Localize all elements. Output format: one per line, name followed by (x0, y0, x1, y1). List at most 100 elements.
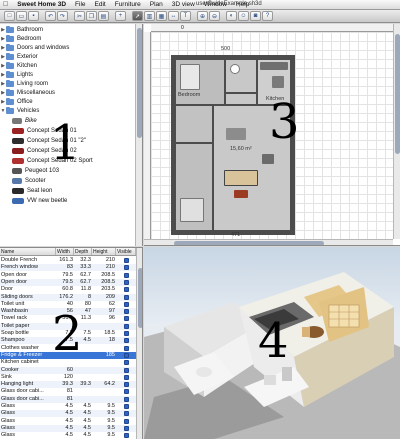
bed-piece-2[interactable] (180, 198, 204, 222)
visible-checkbox[interactable] (124, 287, 129, 293)
washbasin-piece[interactable] (230, 64, 240, 74)
visible-checkbox[interactable] (124, 404, 129, 409)
virtual-visit-button[interactable]: ☺ (238, 11, 249, 21)
table-piece[interactable] (226, 128, 246, 140)
table-row[interactable]: Glass 4.5 4.5 9.5 (0, 418, 136, 425)
column-header-visible[interactable]: Visible (116, 248, 136, 255)
visible-checkbox[interactable] (124, 367, 129, 373)
save-button[interactable]: ▪ (28, 11, 39, 21)
table-row[interactable]: Cooker 60 (0, 366, 136, 374)
visible-checkbox[interactable] (124, 418, 129, 424)
column-header-name[interactable]: Name (0, 248, 56, 255)
catalog-category-kitchen[interactable]: ▶ Kitchen (0, 61, 37, 70)
visible-checkbox[interactable] (124, 279, 129, 285)
open-button[interactable]: ▭ (16, 11, 27, 21)
scrollbar-thumb[interactable] (137, 28, 142, 138)
apple-menu-icon[interactable]:  (3, 1, 8, 8)
catalog-item-seat-leon[interactable]: Seat leon (12, 186, 52, 195)
table-row[interactable]: Glass 4.5 4.5 9.5 (0, 432, 136, 439)
menu-file[interactable]: File (75, 1, 85, 8)
help-button[interactable]: ? (262, 11, 273, 21)
add-text-button[interactable]: T (180, 11, 191, 21)
visible-checkbox[interactable] (124, 352, 129, 358)
scrollbar-thumb[interactable] (138, 268, 142, 328)
catalog-category-lights[interactable]: ▶ Lights (0, 70, 33, 79)
table-row[interactable]: Glass door cabi... 81 (0, 388, 136, 395)
visible-checkbox[interactable] (124, 265, 129, 271)
table-row[interactable]: Glass 4.5 4.5 9.5 (0, 410, 136, 418)
scrollbar-thumb[interactable] (395, 34, 400, 154)
visible-checkbox[interactable] (124, 272, 129, 278)
aerial-view-button[interactable]: ◐ (226, 11, 237, 21)
select-mode-button[interactable]: ➚ (132, 11, 143, 21)
catalog-category-living-room[interactable]: ▶ Living room (0, 79, 48, 88)
add-furniture-button[interactable]: + (115, 11, 126, 21)
room-office[interactable] (174, 104, 214, 144)
table-row[interactable]: Double French 161.3 32.3 210 (0, 257, 136, 264)
column-header-width[interactable]: Width (56, 248, 74, 255)
3d-view[interactable]: 4 (144, 247, 400, 439)
table-row[interactable]: Glass 4.5 4.5 9.5 (0, 403, 136, 410)
coffee-table-piece[interactable] (234, 190, 248, 198)
create-walls-button[interactable]: ▥ (144, 11, 155, 21)
create-dimensions-button[interactable]: ↔ (168, 11, 179, 21)
visible-checkbox[interactable] (124, 411, 129, 417)
catalog-category-bathroom[interactable]: ▶ Bathroom (0, 25, 43, 34)
furniture-list-scrollbar[interactable] (136, 248, 142, 439)
visible-checkbox[interactable] (124, 294, 129, 300)
table-row[interactable]: Open door 79.5 62.7 208.5 (0, 278, 136, 286)
visible-checkbox[interactable] (124, 345, 129, 351)
catalog-category-office[interactable]: ▶ Office (0, 97, 33, 106)
sofa-piece[interactable] (224, 170, 258, 186)
catalog-category-vehicles[interactable]: ▼ Vehicles (0, 106, 39, 115)
catalog-item-vw-new-beetle[interactable]: VW new beetle (12, 196, 67, 205)
catalog-category-doors-windows[interactable]: ▶ Doors and windows (0, 43, 69, 52)
create-photo-button[interactable]: ◙ (250, 11, 261, 21)
visible-checkbox[interactable] (124, 258, 129, 263)
bed-piece[interactable] (180, 64, 200, 90)
scrollbar-thumb[interactable] (174, 241, 324, 245)
visible-checkbox[interactable] (124, 389, 129, 395)
cooker-piece[interactable] (272, 76, 284, 88)
cut-button[interactable]: ✂ (74, 11, 85, 21)
plan-vertical-scrollbar[interactable] (393, 24, 400, 239)
catalog-scrollbar[interactable] (135, 24, 142, 246)
catalog-category-bedroom[interactable]: ▶ Bedroom (0, 34, 41, 43)
visible-checkbox[interactable] (124, 433, 129, 439)
catalog-item-bike[interactable]: Bike (12, 116, 37, 125)
app-menu[interactable]: Sweet Home 3D (17, 1, 66, 8)
visible-checkbox[interactable] (124, 396, 129, 402)
visible-checkbox[interactable] (124, 316, 129, 322)
catalog-item-scooter[interactable]: Scooter (12, 176, 46, 185)
visible-checkbox[interactable] (124, 382, 129, 388)
zoom-out-button[interactable]: ⊖ (209, 11, 220, 21)
column-header-depth[interactable]: Depth (74, 248, 92, 255)
menu-3d-view[interactable]: 3D view (172, 1, 195, 8)
catalog-category-miscellaneous[interactable]: ▶ Miscellaneous (0, 88, 55, 97)
table-row[interactable]: Open door 79.5 62.7 208.5 (0, 272, 136, 279)
visible-checkbox[interactable] (124, 374, 129, 380)
catalog-category-exterior[interactable]: ▶ Exterior (0, 52, 38, 61)
visible-checkbox[interactable] (124, 301, 129, 307)
kitchen-counter-piece[interactable] (260, 62, 288, 70)
column-header-height[interactable]: Height (92, 248, 116, 255)
table-row[interactable]: French window 83 33.3 210 (0, 264, 136, 272)
table-row[interactable]: Sliding doors 176.2 8 209 (0, 293, 136, 301)
visible-checkbox[interactable] (124, 331, 129, 336)
visible-checkbox[interactable] (124, 309, 129, 315)
room-bathroom[interactable] (224, 58, 258, 94)
redo-button[interactable]: ↷ (57, 11, 68, 21)
table-row[interactable]: Glass door cabi... 81 (0, 395, 136, 403)
table-row[interactable]: Hanging light 39.3 39.3 64.2 (0, 381, 136, 389)
table-row[interactable]: Sink 120 (0, 374, 136, 381)
paste-button[interactable]: ▤ (98, 11, 109, 21)
plan-horizontal-scrollbar[interactable] (144, 239, 393, 245)
menu-plan[interactable]: Plan (150, 1, 163, 8)
menu-furniture[interactable]: Furniture (115, 1, 141, 8)
visible-checkbox[interactable] (124, 323, 129, 329)
table-row[interactable]: Glass 4.5 4.5 9.5 (0, 424, 136, 432)
visible-checkbox[interactable] (124, 360, 129, 366)
visible-checkbox[interactable] (124, 338, 129, 344)
plan-view[interactable]: 0 500 Kitchen Bedroom 15,60 m² 471 3 (144, 24, 400, 246)
visible-checkbox[interactable] (124, 425, 129, 431)
